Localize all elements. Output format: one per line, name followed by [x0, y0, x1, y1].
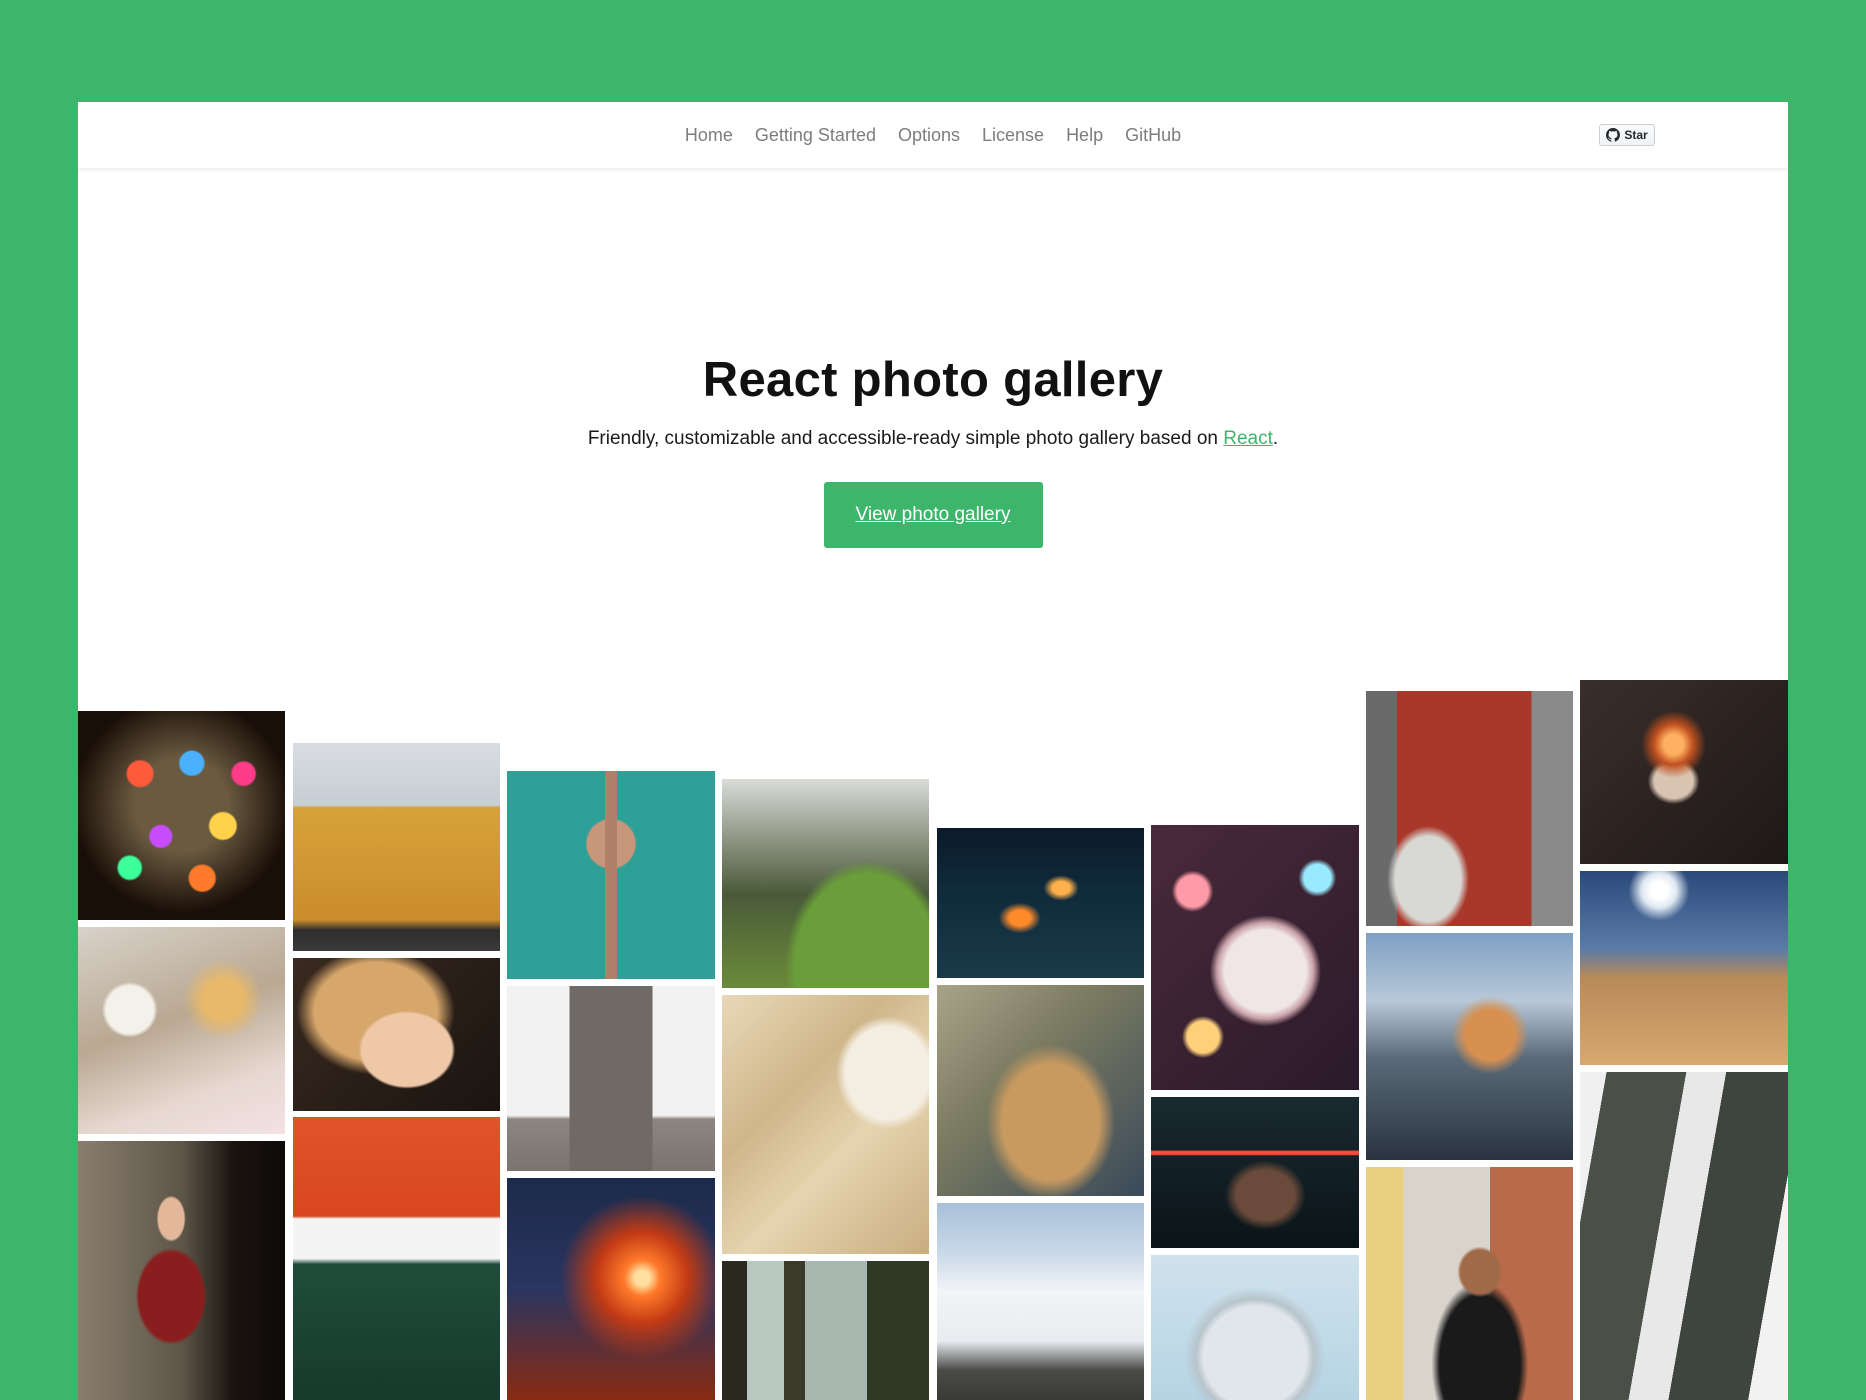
snowy-mountains-photo[interactable]: [937, 1203, 1144, 1400]
yellow-building-photo[interactable]: [293, 743, 500, 951]
aerial-pier-photo[interactable]: [507, 771, 715, 979]
machu-picchu-photo[interactable]: [722, 779, 929, 988]
woman-hair-sunglasses-photo[interactable]: [937, 985, 1144, 1196]
nav-help[interactable]: Help: [1055, 125, 1114, 146]
nav-menu: Home Getting Started Options License Hel…: [78, 102, 1788, 168]
half-dome-photo[interactable]: [1366, 933, 1573, 1160]
github-star-button[interactable]: Star: [1599, 124, 1655, 146]
city-night-aerial-photo[interactable]: [937, 828, 1144, 978]
steel-wool-fire-photo[interactable]: [507, 1178, 715, 1400]
top-navbar: Home Getting Started Options License Hel…: [78, 102, 1788, 168]
forest-trees-photo[interactable]: [722, 1261, 929, 1400]
sand-waves-aerial-photo[interactable]: [722, 995, 929, 1254]
nav-home[interactable]: Home: [674, 125, 744, 146]
christmas-ornament-photo[interactable]: [1151, 825, 1359, 1090]
star-label: Star: [1624, 128, 1648, 142]
browser-window: Home Getting Started Options License Hel…: [78, 102, 1788, 1400]
nav-options[interactable]: Options: [887, 125, 971, 146]
freckled-woman-portrait-photo[interactable]: [293, 958, 500, 1111]
cozy-tea-book-photo[interactable]: [78, 927, 285, 1134]
photo-gallery: [78, 102, 1788, 1400]
desert-sun-photo[interactable]: [1580, 871, 1788, 1065]
snowy-pines-photo[interactable]: [1580, 1072, 1788, 1400]
nav-getting-started[interactable]: Getting Started: [744, 125, 887, 146]
red-roof-house-photo[interactable]: [293, 1117, 500, 1400]
brick-house-car-photo[interactable]: [1366, 691, 1573, 926]
palace-of-culture-photo[interactable]: [507, 986, 715, 1171]
github-icon: [1606, 128, 1621, 142]
nav-github[interactable]: GitHub: [1114, 125, 1192, 146]
bokeh-christmas-tree-photo[interactable]: [78, 711, 285, 920]
man-street-portrait-photo[interactable]: [1366, 1167, 1573, 1400]
campfire-photo[interactable]: [1580, 680, 1788, 864]
motorcycle-night-photo[interactable]: [1151, 1097, 1359, 1248]
nav-license[interactable]: License: [971, 125, 1055, 146]
walkie-talkie-building-photo[interactable]: [1151, 1255, 1359, 1400]
woman-hat-portrait-photo[interactable]: [78, 1141, 285, 1400]
